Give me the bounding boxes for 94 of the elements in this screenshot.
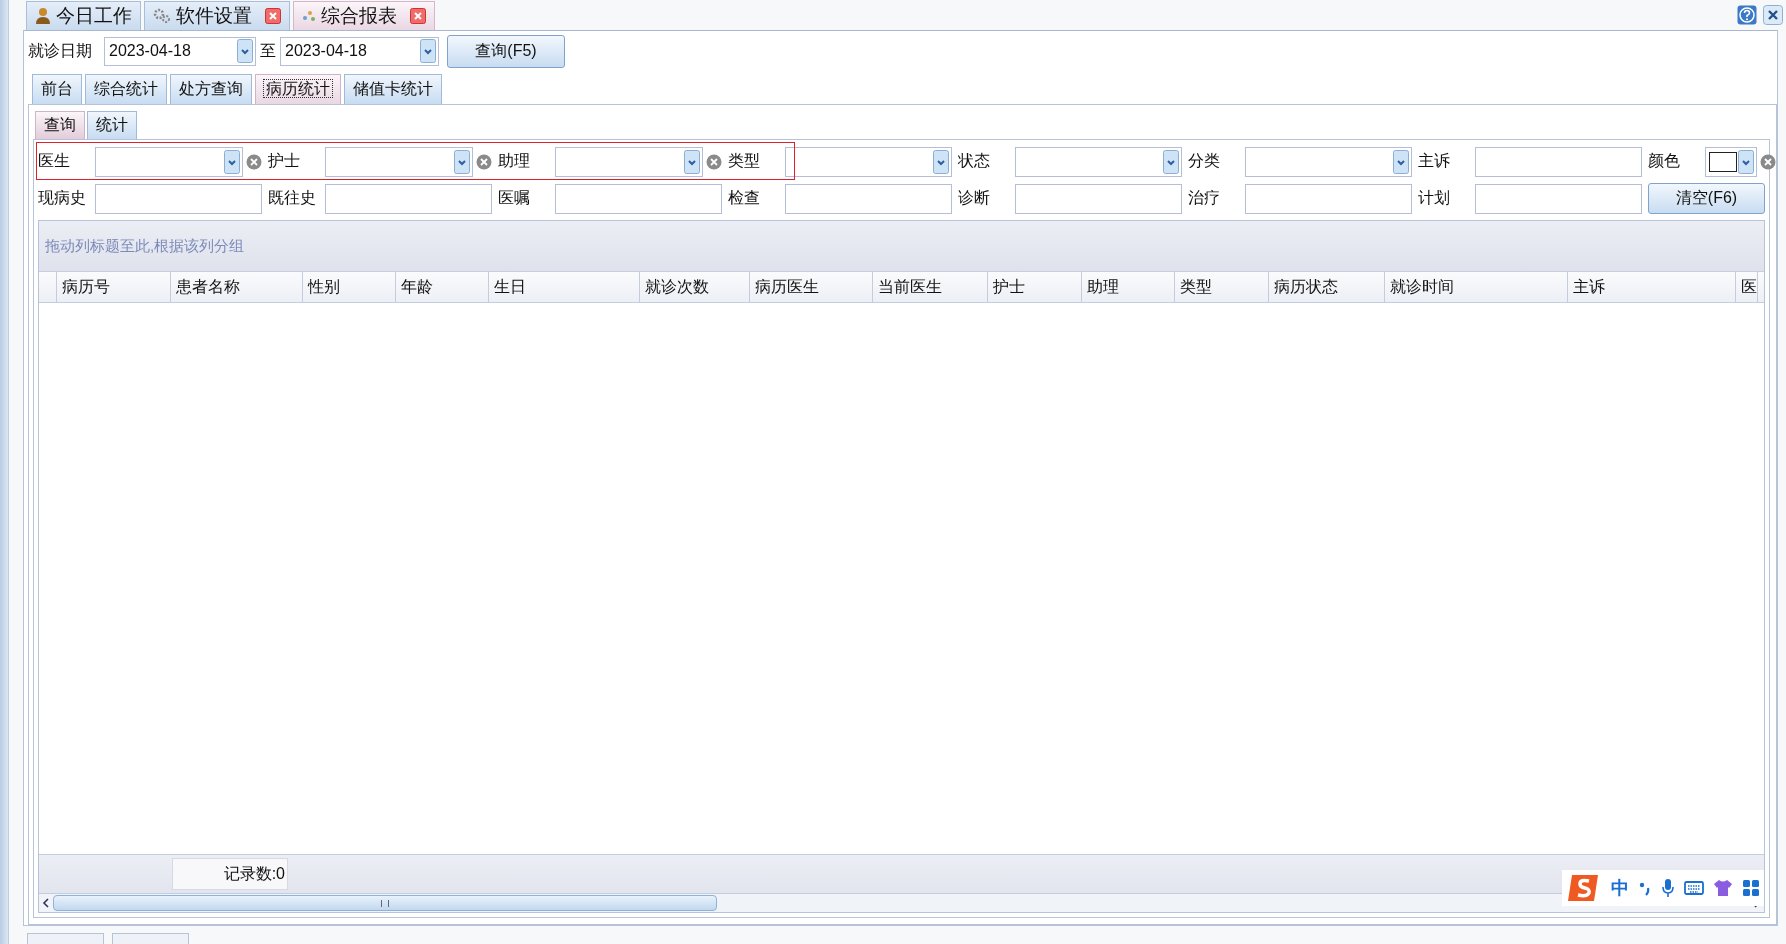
close-icon[interactable] — [265, 8, 281, 24]
dropdown-icon[interactable] — [224, 149, 240, 174]
dropdown-icon[interactable] — [1738, 149, 1754, 174]
inner-tab[interactable]: 统计 — [87, 111, 137, 139]
dots-icon — [302, 9, 316, 23]
tab-label: 综合报表 — [321, 4, 397, 28]
column-header[interactable]: 当前医生 — [873, 272, 988, 302]
filter-label: 类型 — [728, 151, 761, 171]
clear-icon[interactable] — [706, 153, 722, 170]
column-header[interactable]: 生日 — [489, 272, 640, 302]
filter-label: 医嘱 — [498, 188, 531, 208]
window-tab[interactable]: 综合报表 — [293, 1, 435, 30]
start-date-field[interactable]: 2023-04-18 — [104, 36, 256, 66]
column-header[interactable]: 医 — [1736, 272, 1758, 302]
section-tab[interactable]: 综合统计 — [85, 74, 167, 104]
dropdown-icon[interactable] — [933, 149, 949, 174]
inner-tab[interactable]: 查询 — [35, 111, 85, 139]
shirt-icon[interactable] — [1713, 879, 1733, 897]
column-header[interactable]: 就诊次数 — [640, 272, 750, 302]
filter-label: 助理 — [498, 151, 531, 171]
tab-label: 软件设置 — [176, 4, 252, 28]
range-separator: 至 — [259, 40, 277, 61]
dropdown-field[interactable] — [785, 146, 952, 177]
dropdown-icon[interactable] — [237, 39, 253, 63]
clear-icon[interactable] — [246, 153, 262, 170]
filter-label: 分类 — [1188, 151, 1221, 171]
date-label: 就诊日期 — [28, 40, 93, 61]
dropdown-icon[interactable] — [1163, 149, 1179, 174]
text-field[interactable] — [1245, 183, 1412, 214]
column-header[interactable]: 类型 — [1175, 272, 1269, 302]
keyboard-icon[interactable] — [1684, 880, 1704, 896]
clear-button[interactable]: 清空(F6) — [1648, 183, 1765, 214]
dropdown-field[interactable] — [1015, 146, 1182, 177]
column-header[interactable]: 病历医生 — [750, 272, 873, 302]
section-tab[interactable]: 处方查询 — [170, 74, 252, 104]
text-field[interactable] — [95, 183, 262, 214]
text-field[interactable] — [785, 183, 952, 214]
column-header[interactable]: 性别 — [303, 272, 396, 302]
text-field[interactable] — [1475, 146, 1642, 177]
section-tab[interactable]: 前台 — [32, 74, 82, 104]
close-icon[interactable] — [1763, 5, 1783, 25]
column-header[interactable]: 就诊时间 — [1385, 272, 1568, 302]
close-icon[interactable] — [410, 8, 426, 24]
dropdown-icon[interactable] — [454, 149, 470, 174]
filter-label: 治疗 — [1188, 188, 1221, 208]
column-header[interactable]: 病历号 — [57, 272, 171, 302]
column-header[interactable]: 患者名称 — [171, 272, 303, 302]
column-header[interactable]: 年龄 — [396, 272, 489, 302]
query-button[interactable]: 查询(F5) — [447, 34, 565, 68]
microphone-icon[interactable] — [1661, 878, 1675, 898]
column-header[interactable]: 病历状态 — [1269, 272, 1385, 302]
dropdown-field[interactable] — [95, 146, 243, 177]
color-picker[interactable] — [1705, 146, 1757, 177]
text-field[interactable] — [325, 183, 492, 214]
clear-icon[interactable] — [1760, 153, 1776, 170]
text-field[interactable] — [1475, 183, 1642, 214]
record-count: 记录数:0 — [172, 858, 288, 890]
filter-label: 医生 — [38, 151, 71, 171]
section-tab[interactable]: 储值卡统计 — [344, 74, 442, 104]
column-header[interactable]: 主诉 — [1568, 272, 1736, 302]
filter-label: 诊断 — [958, 188, 991, 208]
date-value: 2023-04-18 — [285, 42, 367, 60]
window-tab[interactable]: 今日工作 — [26, 1, 141, 30]
dropdown-field[interactable] — [325, 146, 473, 177]
dropdown-icon[interactable] — [684, 149, 700, 174]
filter-label: 状态 — [958, 151, 991, 171]
filter-label: 现病史 — [38, 188, 87, 208]
dropdown-field[interactable] — [555, 146, 703, 177]
group-hint: 拖动列标题至此,根据该列分组 — [45, 236, 245, 256]
filter-label: 既往史 — [268, 188, 317, 208]
filter-label: 护士 — [268, 151, 301, 171]
column-header[interactable]: 助理 — [1082, 272, 1175, 302]
person-icon — [35, 7, 51, 25]
end-date-field[interactable]: 2023-04-18 — [280, 36, 439, 66]
ime-mode[interactable]: 中 — [1611, 876, 1629, 900]
dropdown-field[interactable] — [1245, 146, 1412, 177]
filter-label: 颜色 — [1648, 151, 1681, 171]
scroll-left-icon[interactable] — [42, 898, 50, 908]
grid-icon[interactable] — [1742, 879, 1760, 897]
section-tab[interactable]: 病历统计 — [255, 74, 341, 104]
filter-label: 主诉 — [1418, 151, 1451, 171]
tab-label: 今日工作 — [56, 4, 132, 28]
filter-label: 计划 — [1418, 188, 1451, 208]
dropdown-icon[interactable] — [1393, 149, 1409, 174]
dropdown-icon[interactable] — [420, 39, 436, 63]
help-icon[interactable] — [1737, 5, 1757, 25]
column-header[interactable]: 护士 — [988, 272, 1082, 302]
text-field[interactable] — [1015, 183, 1182, 214]
clear-icon[interactable] — [476, 153, 492, 170]
date-value: 2023-04-18 — [109, 42, 191, 60]
window-tab[interactable]: 软件设置 — [144, 1, 290, 30]
text-field[interactable] — [555, 183, 722, 214]
filter-label: 检查 — [728, 188, 761, 208]
color-swatch — [1709, 151, 1737, 172]
